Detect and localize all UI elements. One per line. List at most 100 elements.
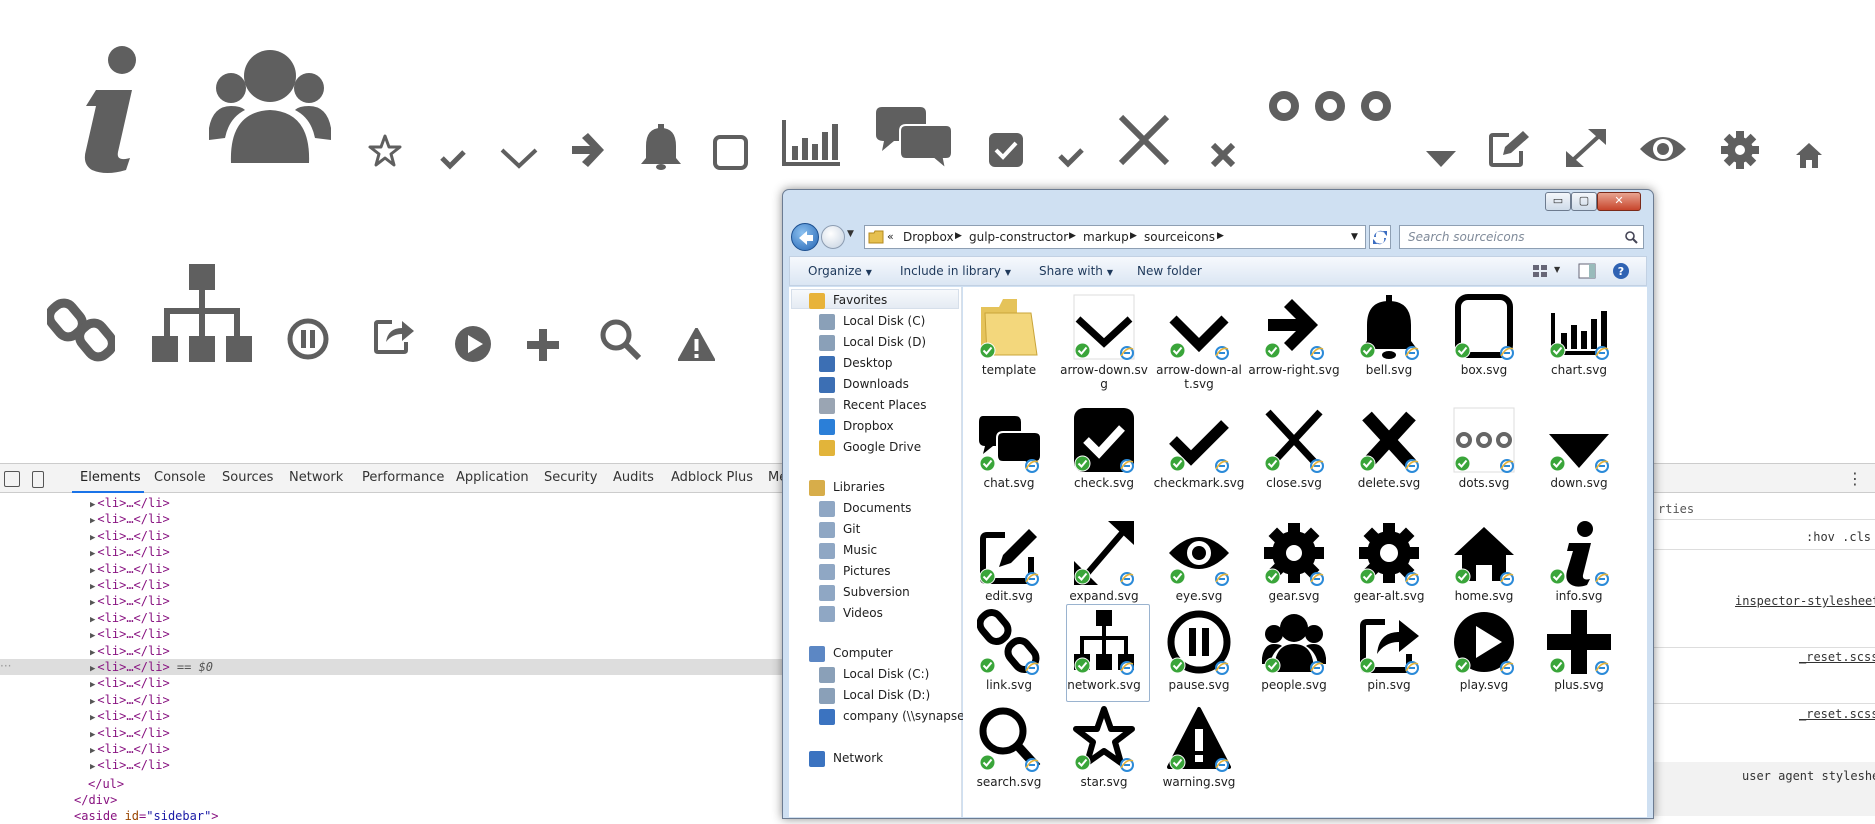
tab-elements[interactable]: Elements bbox=[80, 470, 141, 485]
file-item[interactable]: home.svg bbox=[1438, 519, 1530, 619]
breadcrumb-separator-icon[interactable]: ▶ bbox=[955, 231, 962, 241]
breadcrumb-overflow[interactable]: « bbox=[887, 230, 894, 243]
expand-node-icon[interactable]: ▶ bbox=[90, 533, 95, 543]
dom-node-li[interactable]: ▶ <li>…</li> bbox=[90, 577, 170, 593]
file-item[interactable]: star.svg bbox=[1058, 705, 1150, 805]
file-item[interactable]: template bbox=[963, 293, 1055, 393]
file-item[interactable]: delete.svg bbox=[1343, 406, 1435, 506]
file-item[interactable]: pause.svg bbox=[1153, 608, 1245, 708]
breadcrumb-markup[interactable]: markup bbox=[1083, 230, 1129, 244]
dom-close-ul[interactable]: </ul> bbox=[88, 776, 124, 792]
dom-node-li[interactable]: ▶ <li>…</li> bbox=[90, 643, 170, 659]
recent-pages-icon[interactable]: ▼ bbox=[847, 229, 854, 239]
expand-node-icon[interactable]: ▶ bbox=[90, 582, 95, 592]
file-item[interactable]: network.svg bbox=[1058, 604, 1150, 708]
dom-node-li[interactable]: ▶ <li>…</li> bbox=[90, 528, 170, 544]
file-item[interactable]: arrow-right.svg bbox=[1248, 293, 1340, 393]
address-dropdown-icon[interactable]: ▼ bbox=[1351, 232, 1358, 242]
organize-menu[interactable]: Organize ▼ bbox=[808, 264, 872, 278]
breadcrumb-separator-icon[interactable]: ▶ bbox=[1069, 231, 1076, 241]
breadcrumb-sourceicons[interactable]: sourceicons bbox=[1144, 230, 1215, 244]
expand-node-icon[interactable]: ▶ bbox=[90, 664, 95, 674]
more-options-icon[interactable]: ⋮ bbox=[1847, 469, 1863, 488]
refresh-button[interactable] bbox=[1369, 225, 1391, 249]
dom-aside-node[interactable]: <aside id="sidebar"> bbox=[74, 808, 219, 824]
tab-performance[interactable]: Performance bbox=[362, 470, 444, 485]
help-icon[interactable]: ? bbox=[1612, 262, 1630, 280]
file-item[interactable]: chart.svg bbox=[1533, 293, 1625, 393]
dom-node-li[interactable]: ▶ <li>…</li> bbox=[90, 593, 170, 609]
dom-node-li[interactable]: ▶ <li>…</li> == $0 bbox=[90, 659, 213, 675]
maximize-button[interactable]: ▢ bbox=[1571, 192, 1597, 211]
forward-button[interactable] bbox=[821, 225, 845, 249]
expand-node-icon[interactable]: ▶ bbox=[90, 762, 95, 772]
expand-node-icon[interactable]: ▶ bbox=[90, 566, 95, 576]
inspector-stylesheet-link[interactable]: inspector-stylesheet bbox=[1735, 594, 1875, 608]
file-item[interactable]: arrow-down.svg bbox=[1058, 293, 1150, 393]
file-item[interactable]: down.svg bbox=[1533, 406, 1625, 506]
expand-node-icon[interactable]: ▶ bbox=[90, 516, 95, 526]
file-item[interactable]: box.svg bbox=[1438, 293, 1530, 393]
include-in-library-menu[interactable]: Include in library ▼ bbox=[900, 264, 1011, 278]
share-with-menu[interactable]: Share with ▼ bbox=[1039, 264, 1113, 278]
dom-node-li[interactable]: ▶ <li>…</li> bbox=[90, 692, 170, 708]
file-item[interactable]: link.svg bbox=[963, 608, 1055, 708]
dom-node-li[interactable]: ▶ <li>…</li> bbox=[90, 708, 170, 724]
dom-node-li[interactable]: ▶ <li>…</li> bbox=[90, 626, 170, 642]
expand-node-icon[interactable]: ▶ bbox=[90, 713, 95, 723]
tab-sources[interactable]: Sources bbox=[222, 470, 273, 485]
hov-cls-toggle[interactable]: :hov .cls bbox=[1806, 530, 1871, 544]
close-button[interactable]: ✕ bbox=[1597, 192, 1641, 211]
reset-scss-link-1[interactable]: _reset.scss bbox=[1799, 650, 1875, 664]
reset-scss-link-2[interactable]: _reset.scss bbox=[1799, 707, 1875, 721]
expand-node-icon[interactable]: ▶ bbox=[90, 648, 95, 658]
expand-node-icon[interactable]: ▶ bbox=[90, 697, 95, 707]
file-item[interactable]: gear.svg bbox=[1248, 519, 1340, 619]
expand-node-icon[interactable]: ▶ bbox=[90, 549, 95, 559]
styles-tab-label[interactable]: rties bbox=[1658, 502, 1694, 516]
file-item[interactable]: close.svg bbox=[1248, 406, 1340, 506]
breadcrumb-separator-icon[interactable]: ▶ bbox=[1130, 231, 1137, 241]
file-item[interactable]: warning.svg bbox=[1153, 705, 1245, 805]
dom-node-li[interactable]: ▶ <li>…</li> bbox=[90, 757, 170, 773]
preview-pane-icon[interactable] bbox=[1578, 263, 1596, 279]
device-toolbar-icon[interactable] bbox=[32, 471, 44, 488]
file-item[interactable]: checkmark.svg bbox=[1153, 406, 1245, 506]
file-item[interactable]: search.svg bbox=[963, 705, 1055, 805]
dom-node-li[interactable]: ▶ <li>…</li> bbox=[90, 610, 170, 626]
inspect-element-icon[interactable] bbox=[4, 471, 20, 487]
file-item[interactable]: dots.svg bbox=[1438, 406, 1530, 506]
search-input[interactable]: Search sourceicons bbox=[1399, 225, 1644, 249]
file-item[interactable]: chat.svg bbox=[963, 406, 1055, 506]
expand-node-icon[interactable]: ▶ bbox=[90, 598, 95, 608]
file-item[interactable]: bell.svg bbox=[1343, 293, 1435, 393]
file-item[interactable]: plus.svg bbox=[1533, 608, 1625, 708]
dom-node-li[interactable]: ▶ <li>…</li> bbox=[90, 495, 170, 511]
expand-node-icon[interactable]: ▶ bbox=[90, 730, 95, 740]
expand-node-icon[interactable]: ▶ bbox=[90, 680, 95, 690]
dom-close-div[interactable]: </div> bbox=[74, 792, 117, 808]
dom-node-li[interactable]: ▶ <li>…</li> bbox=[90, 561, 170, 577]
file-item[interactable]: people.svg bbox=[1248, 608, 1340, 708]
breadcrumb-dropbox[interactable]: Dropbox bbox=[903, 230, 954, 244]
file-item[interactable]: eye.svg bbox=[1153, 519, 1245, 619]
tab-console[interactable]: Console bbox=[154, 470, 206, 485]
breadcrumb-separator-icon[interactable]: ▶ bbox=[1217, 231, 1224, 241]
minimize-button[interactable]: ▭ bbox=[1545, 192, 1571, 211]
expand-node-icon[interactable]: ▶ bbox=[90, 615, 95, 625]
tab-security[interactable]: Security bbox=[544, 470, 597, 485]
file-item[interactable]: edit.svg bbox=[963, 519, 1055, 619]
expand-node-icon[interactable]: ▶ bbox=[90, 631, 95, 641]
change-view-icon[interactable] bbox=[1532, 263, 1548, 279]
expand-node-icon[interactable]: ▶ bbox=[90, 500, 95, 510]
file-item[interactable]: check.svg bbox=[1058, 406, 1150, 506]
address-bar[interactable]: « Dropbox ▶ gulp-constructor ▶ markup ▶ … bbox=[864, 225, 1366, 249]
dom-node-li[interactable]: ▶ <li>…</li> bbox=[90, 544, 170, 560]
dom-node-li[interactable]: ▶ <li>…</li> bbox=[90, 675, 170, 691]
tab-adblock-plus[interactable]: Adblock Plus bbox=[671, 470, 753, 485]
file-item[interactable]: play.svg bbox=[1438, 608, 1530, 708]
dom-node-li[interactable]: ▶ <li>…</li> bbox=[90, 725, 170, 741]
tab-network[interactable]: Network bbox=[289, 470, 343, 485]
expand-node-icon[interactable]: ▶ bbox=[90, 746, 95, 756]
tab-application[interactable]: Application bbox=[456, 470, 529, 485]
